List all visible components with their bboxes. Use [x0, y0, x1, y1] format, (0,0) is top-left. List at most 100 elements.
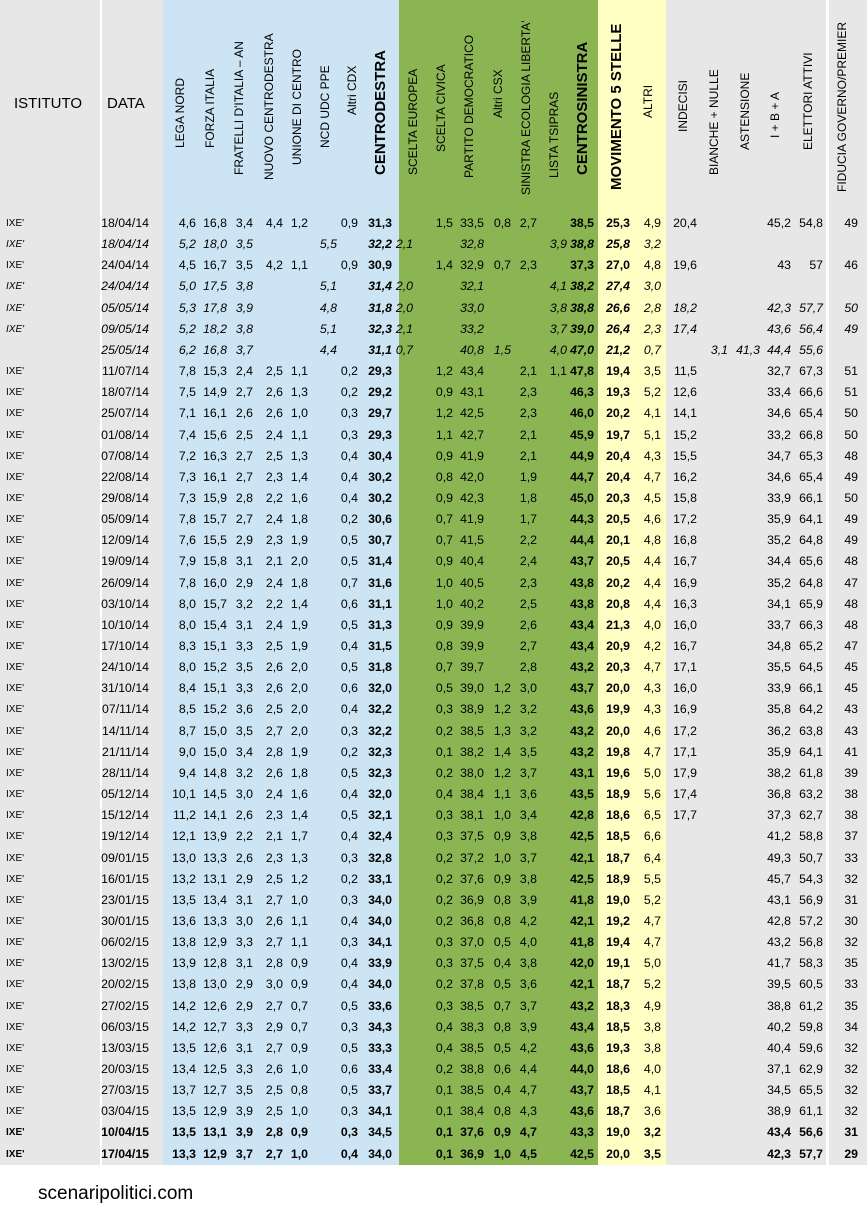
- value-cell: 35: [844, 956, 858, 971]
- value-cell: 2,6: [265, 406, 283, 421]
- value-cell: 1,0: [493, 808, 511, 823]
- value-cell: 2,1: [395, 237, 413, 252]
- value-cell: 32: [844, 935, 858, 950]
- value-cell: 38,2: [570, 279, 594, 294]
- value-cell: 42,0: [460, 469, 484, 484]
- value-cell: 42,5: [570, 1146, 594, 1161]
- value-cell: 1,9: [290, 639, 308, 653]
- value-cell: 36,2: [767, 723, 791, 738]
- value-cell: 3,1: [235, 1040, 253, 1055]
- value-cell: 11,5: [673, 364, 697, 379]
- date-cell: 11/07/14: [102, 364, 149, 379]
- value-cell: 38,5: [460, 723, 484, 738]
- value-cell: 43,7: [570, 1083, 594, 1098]
- institute-cell: IXE': [6, 937, 25, 949]
- value-cell: 2,5: [265, 364, 283, 379]
- value-cell: 20,4: [606, 448, 630, 463]
- value-cell: 37,5: [460, 829, 484, 844]
- value-cell: 44,7: [570, 469, 594, 484]
- value-cell: 4,7: [643, 913, 661, 928]
- value-cell: 0,5: [340, 998, 358, 1013]
- value-cell: 33,7: [767, 617, 791, 632]
- value-cell: 1,2: [493, 765, 511, 780]
- value-cell: 4,7: [519, 1083, 537, 1098]
- value-cell: 43,8: [570, 575, 594, 590]
- institute-cell: IXE': [6, 1106, 25, 1118]
- value-cell: 16,9: [673, 575, 697, 590]
- institute-cell: IXE': [6, 1042, 25, 1054]
- value-cell: 18,9: [606, 787, 630, 802]
- value-cell: 4,5: [519, 1146, 537, 1161]
- value-cell: 2,6: [265, 1062, 283, 1076]
- value-cell: 2,5: [265, 871, 283, 886]
- table-row: IXE' 24/04/14 5,0 17,5 3,8 5,1 31,4 2,0 32,1 4,1 3…: [0, 276, 867, 297]
- value-cell: 38,2: [460, 744, 484, 759]
- value-cell: 0,2: [435, 850, 453, 865]
- value-cell: 34,0: [368, 913, 392, 928]
- value-cell: 13,3: [203, 850, 227, 865]
- value-cell: 1,7: [519, 512, 537, 527]
- value-cell: 13,5: [172, 1040, 196, 1055]
- value-cell: 40,4: [460, 554, 484, 569]
- value-cell: 1,8: [290, 575, 308, 590]
- value-cell: 1,0: [493, 850, 511, 865]
- column-header: NCD UDC PPE: [318, 65, 332, 148]
- date-cell: 19/12/14: [101, 829, 149, 844]
- value-cell: 3,4: [235, 216, 253, 230]
- value-cell: 0,9: [290, 956, 308, 971]
- column-header: LEGA NORD: [173, 77, 187, 148]
- institute-cell: IXE': [6, 789, 25, 801]
- table-row: IXE' 06/02/15 13,8 12,9 3,3 2,7 1,1 0,3 34,1 0,3 3…: [0, 932, 867, 953]
- column-header: LISTA TSIPRAS: [547, 91, 561, 178]
- value-cell: 2,3: [643, 321, 661, 336]
- value-cell: 37,3: [767, 808, 791, 823]
- date-cell: 27/03/15: [101, 1083, 149, 1098]
- value-cell: 3,4: [235, 744, 253, 759]
- value-cell: 27,4: [606, 279, 630, 294]
- value-cell: 32,2: [368, 723, 392, 738]
- value-cell: 19,3: [606, 385, 630, 400]
- value-cell: 15,0: [203, 723, 227, 738]
- value-cell: 38,3: [460, 1019, 484, 1034]
- value-cell: 35,5: [767, 660, 791, 675]
- table-row: IXE' 09/01/15 13,0 13,3 2,6 2,3 1,3 0,3 32,8 0,2 3…: [0, 848, 867, 869]
- value-cell: 31,3: [368, 617, 392, 632]
- value-cell: 32,2: [368, 237, 392, 252]
- value-cell: 0,4: [493, 1083, 511, 1098]
- table-row: IXE' 13/03/15 13,5 12,6 3,1 2,7 0,9 0,5 33,3 0,4 3…: [0, 1038, 867, 1059]
- value-cell: 4,1: [643, 406, 661, 421]
- value-cell: 33,9: [767, 490, 791, 505]
- value-cell: 45: [844, 681, 858, 696]
- column-header: CENTROSINISTRA: [574, 41, 591, 175]
- value-cell: 3,9: [519, 1019, 537, 1034]
- value-cell: 20,2: [606, 406, 630, 421]
- value-cell: 50,7: [799, 850, 823, 865]
- poll-table: ISTITUTO DATA LEGA NORD FORZA ITALIA FRATE…: [0, 0, 867, 1165]
- value-cell: 3,7: [549, 321, 567, 336]
- column-header: BIANCHE + NULLE: [707, 69, 721, 175]
- value-cell: 0,4: [435, 1040, 453, 1055]
- value-cell: 0,3: [340, 1019, 358, 1034]
- value-cell: 16,3: [673, 596, 697, 611]
- value-cell: 4,7: [643, 469, 661, 484]
- value-cell: 36,9: [460, 1146, 484, 1161]
- value-cell: 7,5: [178, 385, 196, 400]
- institute-cell: IXE': [6, 746, 25, 758]
- value-cell: 45: [844, 660, 858, 675]
- value-cell: 7,8: [178, 512, 196, 527]
- date-cell: 18/04/14: [101, 237, 149, 252]
- institute-cell: IXE': [6, 408, 25, 420]
- value-cell: 0,4: [340, 956, 358, 971]
- date-cell: 21/11/14: [102, 744, 149, 759]
- footer-site: scenaripolitici.com: [38, 1183, 194, 1204]
- value-cell: 4,4: [643, 575, 661, 590]
- value-cell: 0,3: [340, 427, 358, 442]
- value-cell: 4,2: [265, 258, 283, 273]
- value-cell: 31,1: [368, 596, 392, 611]
- value-cell: 31,3: [368, 216, 392, 230]
- institute-cell: IXE': [6, 662, 25, 674]
- value-cell: 43: [844, 723, 858, 738]
- table-row: IXE' 19/09/14 7,9 15,8 3,1 2,1 2,0 0,5 31,4 0,9 40…: [0, 551, 867, 572]
- value-cell: 35,9: [767, 744, 791, 759]
- value-cell: 33,3: [368, 1040, 392, 1055]
